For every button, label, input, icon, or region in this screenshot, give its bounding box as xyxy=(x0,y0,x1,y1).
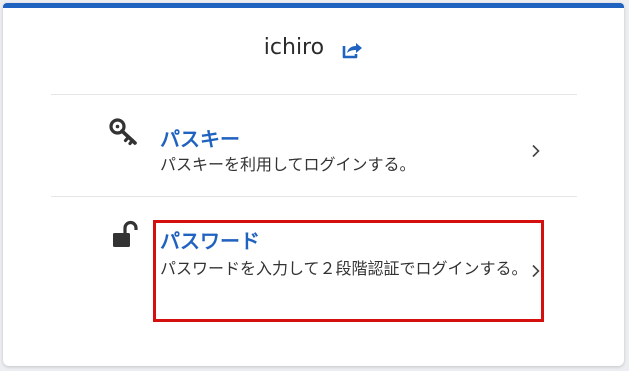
chevron-right-icon xyxy=(531,143,541,158)
passkey-description: パスキーを利用してログインする。 xyxy=(160,155,416,174)
username: ichiro xyxy=(263,35,325,60)
passkey-option[interactable]: パスキー パスキーを利用してログインする。 xyxy=(51,95,577,196)
share-external-icon[interactable] xyxy=(341,38,363,60)
account-header: ichiro xyxy=(3,35,624,75)
password-title: パスワード xyxy=(160,229,260,253)
key-icon xyxy=(109,118,139,146)
password-description: パスワードを入力して２段階認証でログインする。 xyxy=(160,259,528,278)
passkey-title: パスキー xyxy=(160,127,240,151)
chevron-right-icon xyxy=(531,263,541,278)
password-option[interactable]: パスワード パスワードを入力して２段階認証でログインする。 xyxy=(51,197,577,327)
login-method-card: ichiro パスキー パスキーを利用してログインする。 パスワード パスワード… xyxy=(3,3,624,366)
unlocked-padlock-icon xyxy=(111,220,141,250)
